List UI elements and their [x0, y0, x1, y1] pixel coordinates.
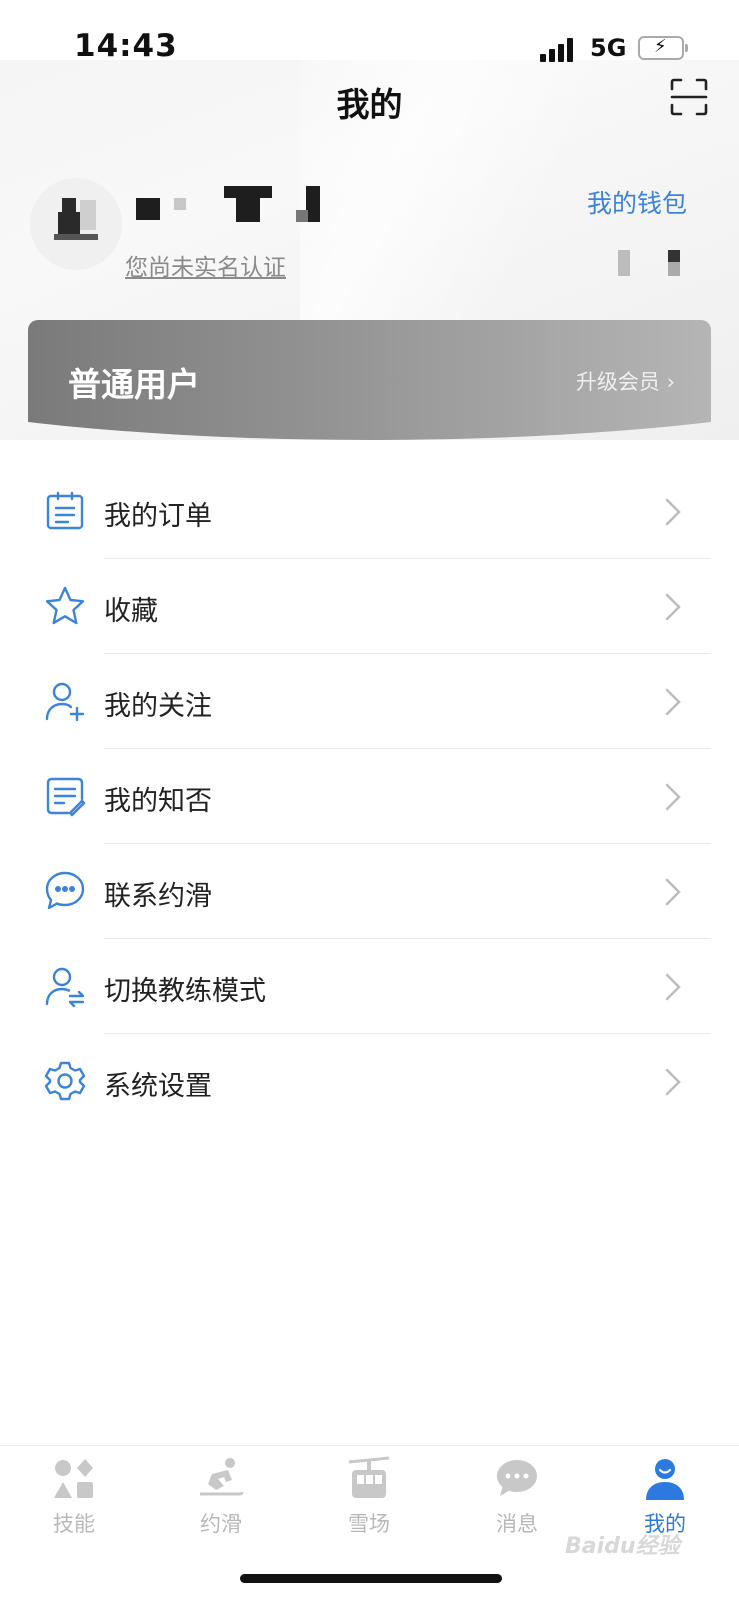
cable-car-icon	[348, 1456, 390, 1498]
menu-item-label: 收藏	[104, 596, 158, 627]
scan-icon[interactable]	[670, 78, 708, 116]
chat-bubble-icon	[45, 871, 85, 910]
message-icon	[497, 1460, 537, 1496]
menu-item-settings[interactable]: 系统设置	[0, 1034, 739, 1129]
menu-item-label: 我的订单	[104, 501, 212, 532]
menu-item-zhifou[interactable]: 我的知否	[0, 749, 739, 844]
tab-label: 约滑	[200, 1512, 242, 1536]
status-bar: 14:43 5G ⚡	[0, 0, 739, 64]
skier-icon	[200, 1458, 244, 1496]
chevron-right-icon	[665, 688, 681, 716]
menu-item-favorites[interactable]: 收藏	[0, 559, 739, 654]
baidu-jingyan-watermark: Baidu经验	[565, 1534, 680, 1559]
status-time: 14:43	[74, 28, 178, 64]
menu-item-label: 切换教练模式	[104, 976, 266, 1007]
chevron-right-icon	[665, 783, 681, 811]
profile-icon	[646, 1459, 684, 1500]
menu-item-label: 联系约滑	[104, 881, 212, 912]
page-title: 我的	[336, 85, 403, 124]
network-type: 5G	[590, 34, 627, 62]
tab-messages[interactable]: 消息	[457, 1456, 577, 1538]
menu-item-following[interactable]: 我的关注	[0, 654, 739, 749]
menu-item-label: 系统设置	[104, 1071, 212, 1102]
tab-label: 技能	[53, 1512, 95, 1536]
menu-item-label: 我的关注	[104, 691, 212, 722]
menu-item-coach-mode[interactable]: 切换教练模式	[0, 939, 739, 1034]
username-redacted	[136, 186, 336, 230]
tab-ski-meetup[interactable]: 约滑	[161, 1456, 281, 1538]
star-icon	[45, 586, 85, 625]
chevron-right-icon	[665, 498, 681, 526]
avatar[interactable]	[30, 178, 122, 270]
add-user-icon	[45, 682, 85, 722]
menu-item-contact[interactable]: 联系约滑	[0, 844, 739, 939]
member-card[interactable]: 普通用户 升级会员 ›	[28, 320, 711, 440]
real-name-verify-link[interactable]: 您尚未实名认证	[125, 248, 286, 282]
notes-icon	[46, 777, 86, 817]
skills-icon	[54, 1459, 93, 1498]
menu-item-orders[interactable]: 我的订单	[0, 464, 739, 559]
wallet-link[interactable]: 我的钱包	[587, 184, 687, 220]
gear-icon	[44, 1061, 86, 1101]
signal-icon	[540, 38, 578, 62]
wallet-balance-redacted	[618, 250, 698, 280]
order-list-icon	[46, 491, 84, 530]
menu-item-label: 我的知否	[104, 786, 212, 817]
chevron-right-icon	[665, 593, 681, 621]
battery-icon: ⚡	[638, 36, 688, 60]
tab-mine[interactable]: 我的	[605, 1456, 725, 1538]
member-level: 普通用户	[68, 365, 200, 404]
chevron-right-icon	[665, 878, 681, 906]
tab-label: 消息	[496, 1512, 538, 1536]
chevron-right-icon	[665, 1068, 681, 1096]
upgrade-member-link[interactable]: 升级会员 ›	[576, 366, 675, 396]
chevron-right-icon	[665, 973, 681, 1001]
settings-menu: 我的订单 收藏 我的关注 我的知否 联系约滑 切换教练模式 系统设置	[0, 464, 739, 1129]
tab-ski-resort[interactable]: 雪场	[309, 1456, 429, 1538]
tab-label: 雪场	[348, 1512, 390, 1536]
switch-user-icon	[45, 967, 85, 1007]
tab-skills[interactable]: 技能	[14, 1456, 134, 1538]
home-indicator	[240, 1574, 502, 1583]
